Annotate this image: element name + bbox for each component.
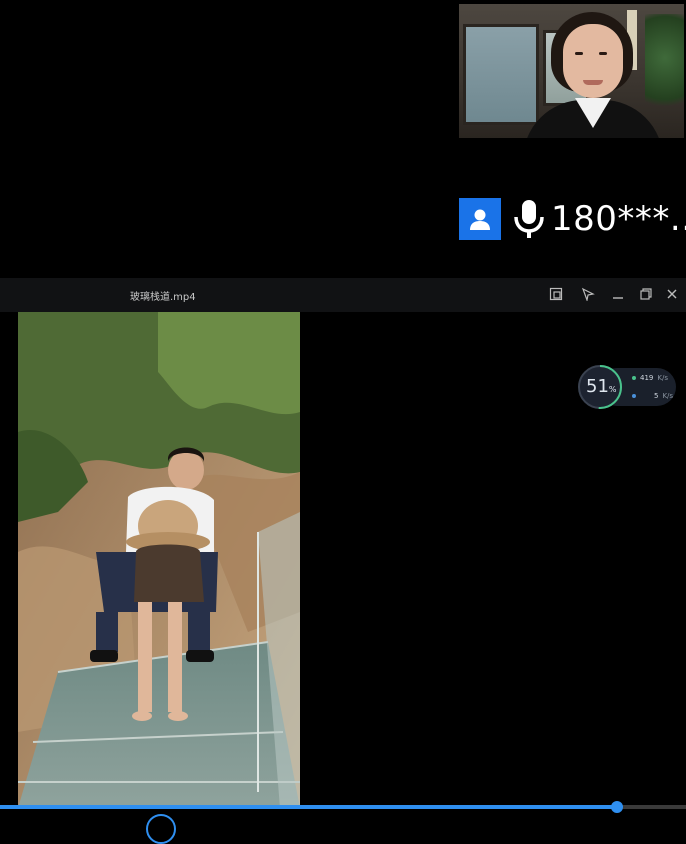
participant-name: 180***... <box>551 199 686 239</box>
file-title: 玻璃栈道.mp4 <box>130 292 196 303</box>
video-frame[interactable] <box>18 312 300 808</box>
player-title-bar[interactable]: 玻璃栈道.mp4 <box>0 278 686 312</box>
participant-video-thumbnail[interactable] <box>459 4 684 138</box>
pin-icon[interactable] <box>580 286 596 302</box>
play-button[interactable] <box>146 814 176 844</box>
video-call-area: 180***... <box>0 0 686 278</box>
microphone-icon[interactable] <box>509 197 549 241</box>
network-speed-widget: 51% 419 K/s 5 K/s <box>578 362 678 412</box>
media-player-window: 玻璃栈道.mp4 51% 419 K/s 5 K/s <box>0 278 686 844</box>
close-icon[interactable] <box>664 286 680 302</box>
speed-percent: 51% <box>586 376 617 397</box>
progress-fill <box>0 805 618 809</box>
progress-bar[interactable] <box>0 801 686 813</box>
participant-info-bar: 180***... <box>459 197 686 241</box>
screenshot-icon[interactable] <box>548 286 564 302</box>
download-speed: 419 K/s <box>632 374 668 382</box>
minimize-icon[interactable] <box>610 286 626 302</box>
person-icon[interactable] <box>459 198 501 240</box>
upload-speed: 5 K/s <box>632 392 673 400</box>
progress-handle[interactable] <box>611 801 624 813</box>
restore-icon[interactable] <box>638 286 654 302</box>
